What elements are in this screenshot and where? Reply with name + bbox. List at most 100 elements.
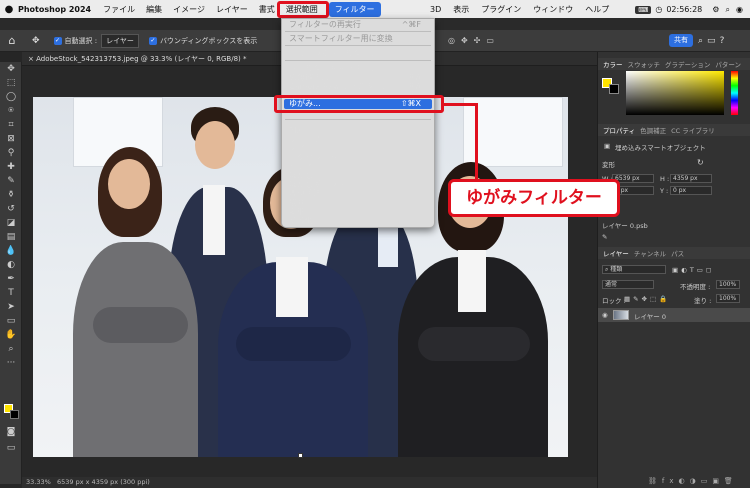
- menu-edit[interactable]: 編集: [146, 4, 162, 15]
- blend-mode-dropdown[interactable]: 通常: [602, 280, 654, 289]
- tab-cc-libraries[interactable]: CC ライブラリ: [671, 125, 715, 135]
- 3d-mode-icons[interactable]: ◎✥✣▭: [448, 36, 500, 45]
- menu-help[interactable]: ヘルプ: [585, 4, 609, 15]
- menu-3d[interactable]: 3D: [430, 5, 441, 14]
- menu-item-adaptive-wide-angle[interactable]: 広角補正... ⌥⇧⌘A: [289, 73, 425, 82]
- y-field[interactable]: 0 px: [670, 186, 712, 195]
- blur-tool-icon[interactable]: 💧: [0, 244, 22, 258]
- gradient-tool-icon[interactable]: ▤: [0, 230, 22, 244]
- document-tab[interactable]: × AdobeStock_542313753.jpeg @ 33.3% (レイヤ…: [28, 54, 246, 64]
- close-icon[interactable]: ×: [28, 55, 36, 63]
- spotlight-icon[interactable]: ⌕: [725, 5, 729, 15]
- siri-icon[interactable]: ◉: [736, 5, 743, 14]
- control-center-icon[interactable]: ⚙: [712, 5, 719, 14]
- menu-window[interactable]: ウィンドウ: [533, 4, 573, 15]
- menu-image[interactable]: イメージ: [173, 4, 205, 15]
- shape-tool-icon[interactable]: ▭: [0, 314, 22, 328]
- menu-type[interactable]: 書式: [259, 4, 275, 15]
- quick-select-tool-icon[interactable]: ⍟: [0, 104, 22, 118]
- bounding-box-checkbox[interactable]: ✓: [148, 36, 157, 45]
- tab-paths[interactable]: パス: [671, 248, 684, 258]
- submenu-pixelate[interactable]: ピクセレート ›: [289, 153, 425, 162]
- submenu-video[interactable]: ビデオ ›: [289, 162, 425, 171]
- submenu-noise[interactable]: ノイズ ›: [289, 144, 425, 153]
- submenu-stylize[interactable]: 表現手法 ›: [289, 189, 425, 198]
- transform-handle[interactable]: [298, 453, 303, 458]
- move-tool-icon[interactable]: ✥: [0, 62, 22, 76]
- submenu-blur-gallery[interactable]: ぼかしギャラリー ›: [289, 180, 425, 189]
- menu-plugins[interactable]: プラグイン: [481, 4, 521, 15]
- background-color-swatch[interactable]: [10, 410, 19, 419]
- fill-field[interactable]: 100%: [716, 294, 740, 303]
- submenu-render[interactable]: 描画 ›: [289, 198, 425, 207]
- eyedropper-tool-icon[interactable]: ⚲: [0, 146, 22, 160]
- menu-file[interactable]: ファイル: [103, 4, 135, 15]
- height-field[interactable]: 4359 px: [670, 174, 712, 183]
- history-brush-icon[interactable]: ↺: [0, 202, 22, 216]
- submenu-3d[interactable]: 3D ›: [289, 126, 425, 135]
- keyboard-icon[interactable]: ⌨: [635, 5, 652, 14]
- search-icon[interactable]: ⌕: [698, 36, 707, 46]
- opacity-field[interactable]: 100%: [716, 280, 740, 289]
- hand-tool-icon[interactable]: ✋: [0, 328, 22, 342]
- apple-icon[interactable]: ●: [0, 4, 18, 15]
- menu-layer[interactable]: レイヤー: [216, 4, 248, 15]
- submenu-sharpen[interactable]: シャープ ›: [289, 135, 425, 144]
- submenu-distort[interactable]: 変形 ›: [289, 207, 425, 216]
- menu-item-neural-filters[interactable]: ニューラルフィルター...: [289, 49, 425, 58]
- path-select-icon[interactable]: ➤: [0, 300, 22, 314]
- reset-transform-icon[interactable]: ↻: [697, 158, 704, 167]
- crop-tool-icon[interactable]: ⌗: [0, 118, 22, 132]
- menu-filter[interactable]: フィルター: [328, 1, 381, 17]
- marquee-tool-icon[interactable]: ⬚: [0, 76, 22, 90]
- tab-color[interactable]: カラー: [603, 59, 623, 69]
- layer-name[interactable]: レイヤー 0: [634, 311, 666, 321]
- brush-tool-icon[interactable]: ✎: [0, 174, 22, 188]
- menu-view[interactable]: 表示: [453, 4, 469, 15]
- workspace-icon[interactable]: ▭: [707, 36, 720, 46]
- edit-contents-icon[interactable]: ✎: [602, 233, 607, 241]
- properties-panel-tabs: プロパティ 色調補正 CC ライブラリ: [598, 124, 750, 136]
- type-tool-icon[interactable]: T: [0, 286, 22, 300]
- layer-filter-icons[interactable]: ▣◐T▭◻: [672, 266, 714, 274]
- auto-select-dropdown[interactable]: レイヤー: [101, 33, 139, 48]
- zoom-level[interactable]: 33.33%: [26, 478, 51, 486]
- share-button[interactable]: 共有: [669, 34, 693, 47]
- menu-item-filter-gallery[interactable]: フィルターギャラリー...: [289, 64, 425, 73]
- frame-tool-icon[interactable]: ⊠: [0, 132, 22, 146]
- dodge-tool-icon[interactable]: ◐: [0, 258, 22, 272]
- color-picker-field[interactable]: [626, 71, 724, 115]
- screen-mode-icon[interactable]: ▭: [0, 441, 22, 455]
- app-menu[interactable]: Photoshop 2024: [18, 5, 91, 14]
- lock-icons[interactable]: ▦✎✥⬚🔒: [624, 295, 670, 303]
- tab-swatches[interactable]: スウォッチ: [628, 59, 661, 69]
- layer-kind-filter[interactable]: ⌕ 種類: [602, 265, 666, 274]
- auto-select-checkbox[interactable]: ✓: [53, 36, 62, 45]
- tab-layers[interactable]: レイヤー: [603, 248, 629, 258]
- move-tool-icon[interactable]: ✥: [32, 36, 40, 46]
- hue-slider[interactable]: [731, 71, 738, 115]
- tab-gradients[interactable]: グラデーション: [665, 59, 710, 69]
- submenu-other[interactable]: その他 ›: [289, 216, 425, 225]
- tab-properties[interactable]: プロパティ: [603, 125, 635, 135]
- submenu-blur[interactable]: ぼかし ›: [289, 171, 425, 180]
- eraser-tool-icon[interactable]: ◪: [0, 216, 22, 230]
- zoom-tool-icon[interactable]: ⌕: [0, 342, 22, 356]
- help-icon[interactable]: ?: [720, 36, 729, 46]
- lasso-tool-icon[interactable]: ◯: [0, 90, 22, 104]
- menu-item-reapply-filter[interactable]: フィルターの再実行 ^⌘F: [289, 20, 425, 29]
- color-panel-background[interactable]: [609, 84, 619, 94]
- more-tools-icon[interactable]: ···: [0, 356, 22, 370]
- pen-tool-icon[interactable]: ✒: [0, 272, 22, 286]
- h-label: H :: [660, 175, 670, 183]
- layer-visibility-icon[interactable]: ◉: [602, 311, 608, 319]
- tab-channels[interactable]: チャンネル: [634, 248, 666, 258]
- stamp-tool-icon[interactable]: ⚱: [0, 188, 22, 202]
- home-icon[interactable]: ⌂: [0, 34, 24, 47]
- tab-patterns[interactable]: パターン: [715, 59, 741, 69]
- healing-brush-icon[interactable]: ✚: [0, 160, 22, 174]
- layer-panel-actions[interactable]: ⛓fx◐◑▭▣🗑: [648, 477, 738, 485]
- tab-adjustments[interactable]: 色調補正: [640, 125, 666, 135]
- quick-mask-icon[interactable]: ◙: [0, 425, 22, 439]
- menu-item-convert-smart-filter[interactable]: スマートフィルター用に変換: [289, 34, 425, 43]
